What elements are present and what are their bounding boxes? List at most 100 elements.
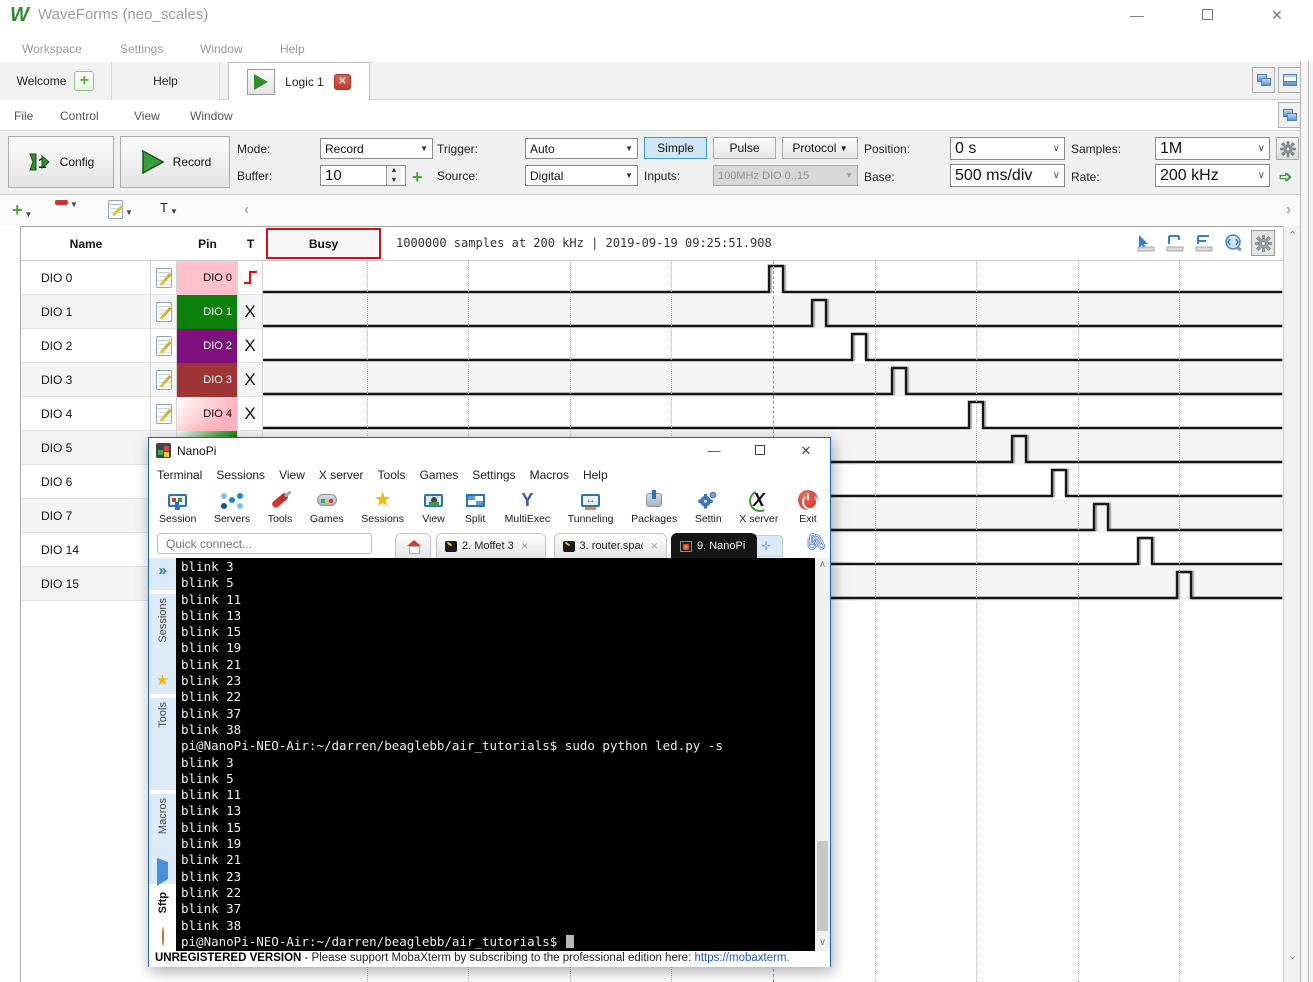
apply-rate-icon[interactable]: ➩ [1279, 167, 1292, 187]
toolbar-servers-button[interactable]: Servers [214, 486, 250, 530]
channel-trigger-cell[interactable]: X [238, 363, 263, 397]
column-header-name[interactable]: Name [21, 227, 151, 261]
sidebar-section-tools[interactable]: Tools [149, 698, 176, 792]
column-header-pin[interactable]: Pin [177, 227, 238, 261]
close-tab-icon[interactable]: ✕ [650, 541, 658, 552]
menu-item-settings[interactable]: Settings [120, 42, 163, 56]
session-tab-3[interactable]: 3. router.spac✕ [554, 533, 667, 558]
toolbar-session-button[interactable]: Session [159, 486, 196, 530]
add-tab-icon[interactable]: + [74, 71, 94, 91]
moba-minimize-button[interactable]: — [701, 442, 727, 460]
channel-edit-button[interactable] [151, 295, 177, 329]
channel-name[interactable]: DIO 4 [21, 397, 151, 431]
channel-name[interactable]: DIO 3 [21, 363, 151, 397]
session-tab-2[interactable]: 2. Moffet 3✕ [436, 533, 546, 558]
channel-waveform[interactable] [263, 329, 1282, 363]
channel-name[interactable]: DIO 1 [21, 295, 151, 329]
trigger-protocol-button[interactable]: Protocol ▼ [782, 137, 858, 159]
channel-trigger-cell[interactable]: X [238, 295, 263, 329]
logic-menu-item-view[interactable]: View [134, 109, 160, 123]
buffer-spinner[interactable]: 10 ▲▼ [320, 165, 406, 186]
scroll-down-icon[interactable]: ⌄ [1285, 948, 1300, 964]
toolbar-games-button[interactable]: Games [310, 486, 344, 530]
record-button[interactable]: Record [120, 136, 230, 188]
plot-settings-button[interactable] [1251, 230, 1275, 256]
channel-trigger-cell[interactable] [238, 261, 263, 295]
moba-maximize-button[interactable] [747, 442, 773, 460]
channel-pin-badge[interactable]: DIO 1 [177, 295, 238, 329]
moba-menu-item-view[interactable]: View [279, 468, 305, 482]
position-combo[interactable]: 0 s∨ [950, 137, 1065, 160]
close-tab-icon[interactable]: ✕ [521, 541, 529, 552]
run-instrument-button[interactable] [247, 69, 275, 95]
channel-waveform[interactable] [263, 363, 1282, 397]
cursor-pointer-button[interactable] [1134, 230, 1158, 256]
rate-combo[interactable]: 200 kHz∨ [1155, 164, 1270, 187]
dropdown-arrow-icon[interactable]: ▼ [70, 200, 78, 211]
sidebar-expand[interactable]: » [149, 558, 176, 592]
terminal-scroll-down-icon[interactable]: ∨ [815, 936, 830, 950]
terminal-scroll-thumb[interactable] [817, 841, 828, 931]
source-select[interactable]: Digital▼ [525, 165, 638, 186]
moba-menu-item-tools[interactable]: Tools [378, 468, 406, 482]
trigger-pulse-button[interactable]: Pulse [713, 137, 776, 159]
toolbar-view-button[interactable]: View [421, 486, 445, 530]
footer-link[interactable]: https://mobaxterm. [694, 952, 789, 964]
attach-icon[interactable]: 🖇 [802, 529, 830, 555]
samples-combo[interactable]: 1M∨ [1155, 137, 1270, 160]
scroll-up-icon[interactable]: ⌃ [1285, 228, 1300, 244]
menu-item-workspace[interactable]: Workspace [22, 42, 82, 56]
terminal-output[interactable]: blink 3blink 5blink 11blink 13blink 15bl… [176, 558, 815, 951]
moba-menu-item-settings[interactable]: Settings [472, 468, 515, 482]
moba-menu-item-sessions[interactable]: Sessions [216, 468, 265, 482]
config-button[interactable]: 1 Config [8, 136, 114, 188]
spinner-arrows-icon[interactable]: ▲▼ [386, 166, 401, 185]
add-buffer-icon[interactable]: + [412, 167, 423, 188]
channel-pin-badge[interactable]: DIO 2 [177, 329, 238, 363]
x-cursors-button[interactable] [1163, 230, 1187, 256]
remove-channel-button[interactable]: ▼ [55, 200, 78, 211]
close-button[interactable]: ✕ [1262, 6, 1292, 24]
tab-welcome[interactable]: Welcome + [0, 62, 112, 100]
zoom-region-button[interactable] [1222, 230, 1246, 256]
maximize-button[interactable] [1192, 6, 1222, 24]
channel-name[interactable]: DIO 15 [21, 567, 151, 601]
moba-menu-item-help[interactable]: Help [583, 468, 608, 482]
float-window-button[interactable] [1278, 102, 1301, 128]
channel-name[interactable]: DIO 6 [21, 465, 151, 499]
toolbar-tunneling-button[interactable]: ↔Tunneling [568, 486, 614, 530]
quick-connect-input[interactable] [157, 533, 372, 554]
sidebar-section-macros[interactable]: Macros [149, 794, 176, 886]
edit-channels-button[interactable]: ▼ [108, 200, 133, 219]
channel-name[interactable]: DIO 5 [21, 431, 151, 465]
trigger-simple-button[interactable]: Simple [644, 137, 707, 159]
channel-name[interactable]: DIO 2 [21, 329, 151, 363]
logic-menu-item-file[interactable]: File [14, 109, 33, 123]
tab-logic1[interactable]: Logic 1 ✕ [228, 62, 370, 100]
home-tab[interactable] [395, 533, 431, 558]
add-channel-button[interactable]: +▼ [12, 200, 32, 221]
sidebar-section-sessions[interactable]: Sessions★ [149, 594, 176, 696]
minimize-button[interactable]: — [1122, 6, 1152, 24]
channel-edit-button[interactable] [151, 397, 177, 431]
moba-menu-item-games[interactable]: Games [420, 468, 459, 482]
trigger-column-button[interactable]: T▼ [160, 200, 178, 218]
channel-edit-button[interactable] [151, 363, 177, 397]
channel-waveform[interactable] [263, 295, 1282, 329]
channel-pin-badge[interactable]: DIO 0 [177, 261, 238, 295]
terminal-scrollbar[interactable]: ∧ ∨ [815, 558, 830, 951]
channel-edit-button[interactable] [151, 329, 177, 363]
channel-name[interactable]: DIO 7 [21, 499, 151, 533]
cascade-windows-button[interactable] [1252, 67, 1275, 93]
toolbar-multiexec-button[interactable]: YMultiExec [505, 486, 551, 530]
channel-trigger-cell[interactable]: X [238, 397, 263, 431]
menu-item-window[interactable]: Window [200, 42, 243, 56]
toolbar-exit-button[interactable]: Exit [796, 486, 820, 530]
channel-waveform[interactable] [263, 397, 1282, 431]
toolbar-settin-button[interactable]: Settin [695, 486, 722, 530]
base-combo[interactable]: 500 ms/div∨ [950, 164, 1065, 187]
toolbar-sessions-button[interactable]: ★Sessions [361, 486, 404, 530]
toolbar-tools-button[interactable]: Tools [268, 486, 293, 530]
moba-menu-item-macros[interactable]: Macros [530, 468, 569, 482]
dropdown-arrow-icon[interactable]: ▼ [25, 210, 33, 221]
